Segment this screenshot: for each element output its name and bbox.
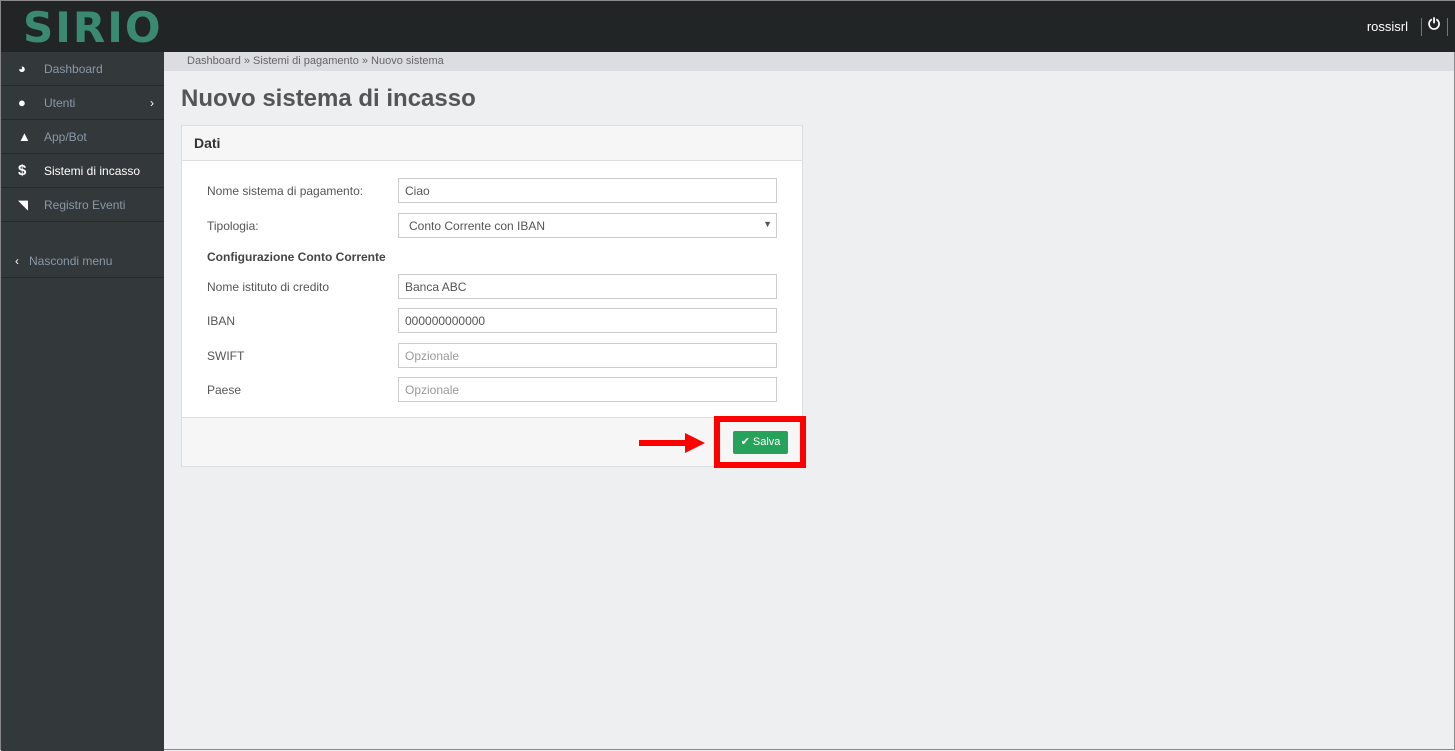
swift-input[interactable]: Opzionale bbox=[398, 343, 777, 368]
divider bbox=[1421, 18, 1422, 36]
page-title: Nuovo sistema di incasso bbox=[181, 85, 476, 112]
selected-value: Conto Corrente con IBAN bbox=[409, 219, 546, 233]
dashboard-icon: ◕ bbox=[18, 61, 26, 76]
name-input[interactable]: Ciao bbox=[398, 178, 777, 203]
country-input[interactable]: Opzionale bbox=[398, 377, 777, 402]
username[interactable]: rossisrl bbox=[1367, 19, 1408, 34]
sidebar-item-registro-eventi[interactable]: ◥ Registro Eventi bbox=[1, 188, 164, 222]
label: Nascondi menu bbox=[29, 253, 113, 268]
logo: SIRIO bbox=[23, 3, 163, 52]
label: Dashboard bbox=[44, 61, 103, 76]
divider bbox=[1447, 18, 1448, 36]
hide-menu-button[interactable]: ‹ Nascondi menu bbox=[1, 244, 164, 278]
iban-input[interactable]: 000000000000 bbox=[398, 308, 777, 333]
panel-title: Dati bbox=[182, 126, 802, 161]
breadcrumb[interactable]: Dashboard » Sistemi di pagamento » Nuovo… bbox=[164, 52, 1454, 71]
label: Registro Eventi bbox=[44, 197, 126, 212]
rss-icon: ◥ bbox=[18, 196, 28, 212]
sidebar-item-dashboard[interactable]: ◕ Dashboard bbox=[1, 52, 164, 86]
label: App/Bot bbox=[44, 129, 87, 144]
type-label: Tipologia: bbox=[207, 219, 259, 233]
panel-footer: ✔ Salva bbox=[182, 417, 802, 466]
label: Utenti bbox=[44, 95, 76, 110]
country-label: Paese bbox=[207, 383, 242, 397]
label: Sistemi di incasso bbox=[44, 163, 141, 178]
bank-input[interactable]: Banca ABC bbox=[398, 274, 777, 299]
sidebar-item-utenti[interactable]: ● Utenti › bbox=[1, 86, 164, 120]
highlight-box bbox=[714, 416, 806, 468]
form-panel: Dati Nome sistema di pagamento: Ciao Tipo… bbox=[181, 125, 803, 467]
swift-label: SWIFT bbox=[207, 349, 245, 363]
top-bar: SIRIO rossisrl ⏻ bbox=[1, 1, 1455, 52]
dollar-icon: $ bbox=[18, 162, 27, 179]
power-icon[interactable]: ⏻ bbox=[1428, 16, 1440, 33]
type-select[interactable]: Conto Corrente con IBAN ▼ bbox=[398, 213, 777, 238]
iban-label: IBAN bbox=[207, 314, 236, 328]
section-heading: Configurazione Conto Corrente bbox=[207, 250, 386, 264]
chevron-left-icon: ‹ bbox=[15, 253, 19, 268]
sidebar-item-appbot[interactable]: ▲ App/Bot bbox=[1, 120, 164, 154]
caret-down-icon: ▼ bbox=[763, 219, 772, 229]
sidebar-item-sistemi-incasso[interactable]: $ Sistemi di incasso bbox=[1, 154, 164, 188]
arrow-icon bbox=[639, 433, 705, 453]
bank-label: Nome istituto di credito bbox=[207, 280, 330, 294]
name-label: Nome sistema di pagamento: bbox=[207, 184, 364, 198]
sidebar: ◕ Dashboard ● Utenti › ▲ App/Bot $ Sistemi di… bbox=[1, 52, 164, 751]
chevron-right-icon: › bbox=[150, 95, 154, 110]
android-icon: ▲ bbox=[18, 129, 31, 144]
user-icon: ● bbox=[18, 95, 26, 110]
